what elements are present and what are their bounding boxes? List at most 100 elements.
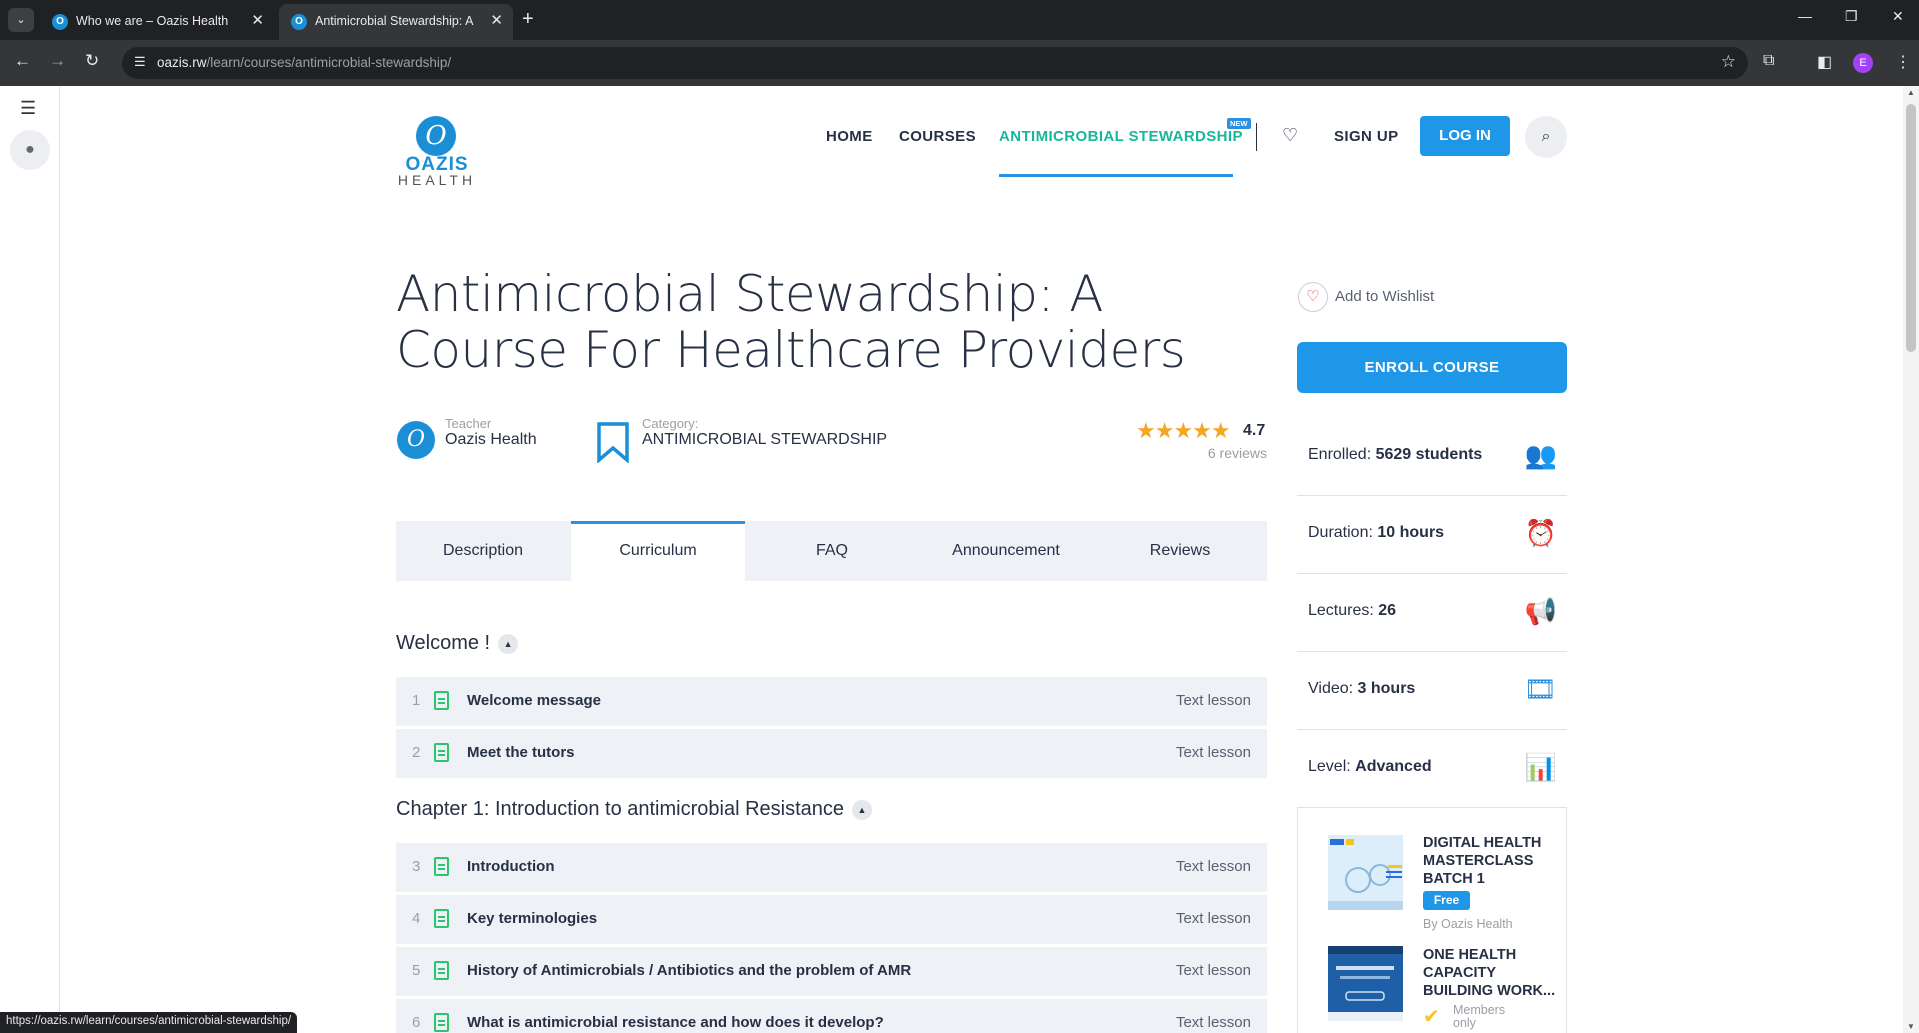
category-label: Category: bbox=[642, 416, 699, 431]
info-lectures: Lectures: 26 📢 bbox=[1297, 574, 1567, 652]
oazis-favicon-icon: O bbox=[291, 14, 307, 30]
collapse-caret-icon[interactable]: ▲ bbox=[852, 799, 873, 820]
info-text: Level: Advanced bbox=[1308, 758, 1432, 776]
section-title: Chapter 1: Introduction to antimicrobial… bbox=[396, 798, 845, 820]
text-lesson-icon bbox=[434, 961, 449, 980]
wishlist-heart-icon[interactable]: ♡ bbox=[1298, 282, 1328, 312]
wishlist-heart-icon[interactable]: ♡ bbox=[1282, 125, 1298, 146]
category-name[interactable]: ANTIMICROBIAL STEWARDSHIP bbox=[642, 431, 887, 449]
info-value: Advanced bbox=[1355, 758, 1432, 775]
enroll-course-button[interactable]: ENROLL COURSE bbox=[1297, 342, 1567, 393]
browser-tab-active[interactable]: O Antimicrobial Stewardship: A Co ✕ bbox=[279, 4, 513, 40]
signup-link[interactable]: SIGN UP bbox=[1334, 128, 1398, 145]
lesson-number: 3 bbox=[412, 858, 421, 875]
lesson-row[interactable]: 5 History of Antimicrobials / Antibiotic… bbox=[396, 947, 1267, 996]
lesson-row[interactable]: 4 Key terminologies Text lesson bbox=[396, 895, 1267, 944]
nav-antimicrobial-stewardship[interactable]: ANTIMICROBIAL STEWARDSHIP bbox=[999, 128, 1243, 145]
info-value: 26 bbox=[1378, 602, 1397, 619]
minimize-icon[interactable]: — bbox=[1798, 8, 1812, 24]
tab-curriculum[interactable]: Curriculum bbox=[571, 521, 745, 581]
logo-mark-icon: O bbox=[416, 116, 456, 156]
megaphone-icon: 📢 bbox=[1524, 596, 1557, 626]
info-value: 3 hours bbox=[1357, 680, 1416, 697]
nav-courses[interactable]: COURSES bbox=[899, 128, 976, 145]
lesson-type: Text lesson bbox=[1175, 692, 1251, 709]
lesson-row[interactable]: 6 What is antimicrobial resistance and h… bbox=[396, 999, 1267, 1033]
course-thumbnail[interactable] bbox=[1328, 835, 1403, 910]
lesson-number: 6 bbox=[412, 1014, 421, 1031]
lesson-type: Text lesson bbox=[1175, 744, 1251, 761]
tab-faq[interactable]: FAQ bbox=[745, 521, 919, 581]
info-text: Enrolled: 5629 students bbox=[1308, 446, 1482, 464]
section-header[interactable]: Welcome ! ▲ bbox=[396, 632, 519, 655]
nav-divider bbox=[1256, 123, 1257, 151]
lesson-row[interactable]: 2 Meet the tutors Text lesson bbox=[396, 729, 1267, 778]
extensions-icon[interactable]: ⧉ bbox=[1763, 52, 1774, 70]
restore-icon[interactable]: ❐ bbox=[1845, 8, 1858, 25]
menu-icon[interactable]: ☰ bbox=[20, 98, 36, 119]
collapse-caret-icon[interactable]: ▲ bbox=[498, 633, 519, 654]
status-bar-url: https://oazis.rw/learn/courses/antimicro… bbox=[0, 1012, 298, 1033]
lesson-title: Welcome message bbox=[467, 692, 601, 709]
add-to-wishlist-link[interactable]: Add to Wishlist bbox=[1335, 288, 1434, 305]
related-course-title[interactable]: DIGITAL HEALTH MASTERCLASS BATCH 1 bbox=[1423, 834, 1563, 888]
text-lesson-icon bbox=[434, 909, 449, 928]
oazis-favicon-icon: O bbox=[52, 14, 68, 30]
reload-icon[interactable]: ↻ bbox=[85, 51, 99, 71]
close-tab-icon[interactable]: ✕ bbox=[251, 11, 264, 29]
profile-avatar[interactable]: E bbox=[1853, 53, 1873, 73]
nav-home[interactable]: HOME bbox=[826, 128, 873, 145]
url-field[interactable]: ☰ oazis.rw/learn/courses/antimicrobial-s… bbox=[122, 47, 1748, 79]
text-lesson-icon bbox=[434, 857, 449, 876]
tab-title: Antimicrobial Stewardship: A Co bbox=[315, 14, 475, 28]
side-panel-icon[interactable]: ◧ bbox=[1817, 52, 1832, 72]
info-duration: Duration: 10 hours ⏰ bbox=[1297, 496, 1567, 574]
lesson-row[interactable]: 1 Welcome message Text lesson bbox=[396, 677, 1267, 726]
film-icon: 🎞 bbox=[1523, 674, 1557, 704]
members-check-icon: ✔ bbox=[1423, 1006, 1440, 1028]
tab-description[interactable]: Description bbox=[396, 521, 570, 581]
user-icon[interactable]: ● bbox=[10, 130, 50, 170]
tab-announcement[interactable]: Announcement bbox=[919, 521, 1093, 581]
tab-title: Who we are – Oazis Health bbox=[76, 14, 229, 28]
lesson-row[interactable]: 3 Introduction Text lesson bbox=[396, 843, 1267, 892]
menu-kebab-icon[interactable]: ⋮ bbox=[1895, 52, 1911, 72]
teacher-name[interactable]: Oazis Health bbox=[445, 431, 537, 449]
oazis-health-logo[interactable]: O OAZIS HEALTH bbox=[396, 116, 478, 190]
lesson-number: 4 bbox=[412, 910, 421, 927]
scroll-up-icon[interactable]: ▲ bbox=[1907, 88, 1915, 97]
browser-tab[interactable]: O Who we are – Oazis Health ✕ bbox=[40, 4, 274, 40]
text-lesson-icon bbox=[434, 743, 449, 762]
section-header[interactable]: Chapter 1: Introduction to antimicrobial… bbox=[396, 798, 873, 821]
tab-search-button[interactable]: ⌄ bbox=[8, 8, 34, 32]
search-icon[interactable]: ⌕ bbox=[1525, 116, 1567, 158]
lesson-type: Text lesson bbox=[1175, 858, 1251, 875]
bar-chart-icon: 📊 bbox=[1524, 752, 1557, 782]
back-icon[interactable]: ← bbox=[14, 51, 31, 71]
related-course-title[interactable]: ONE HEALTH CAPACITY BUILDING WORK... bbox=[1423, 946, 1568, 1000]
lesson-number: 2 bbox=[412, 744, 421, 761]
info-text: Lectures: 26 bbox=[1308, 602, 1396, 620]
url-text: oazis.rw/learn/courses/antimicrobial-ste… bbox=[157, 55, 452, 70]
scroll-thumb[interactable] bbox=[1906, 104, 1916, 352]
tab-reviews[interactable]: Reviews bbox=[1093, 521, 1267, 581]
login-button[interactable]: LOG IN bbox=[1420, 116, 1510, 156]
site-info-icon[interactable]: ☰ bbox=[134, 54, 146, 70]
course-thumbnail[interactable] bbox=[1328, 946, 1403, 1021]
lesson-number: 5 bbox=[412, 962, 421, 979]
new-tab-icon[interactable]: + bbox=[522, 8, 534, 31]
browser-tab-bar: ⌄ O Who we are – Oazis Health ✕ O Antimi… bbox=[0, 0, 1919, 40]
lesson-title: Introduction bbox=[467, 858, 555, 875]
scroll-down-icon[interactable]: ▼ bbox=[1907, 1022, 1915, 1031]
bookmark-star-icon[interactable]: ☆ bbox=[1721, 52, 1736, 72]
page-scrollbar[interactable]: ▲ ▼ bbox=[1903, 86, 1919, 1033]
info-label: Duration: bbox=[1308, 524, 1373, 541]
info-label: Enrolled: bbox=[1308, 446, 1372, 463]
left-side-panel: ☰ ● bbox=[0, 86, 60, 1033]
close-tab-icon[interactable]: ✕ bbox=[490, 11, 503, 29]
course-title: Antimicrobial Stewardship: A Course For … bbox=[396, 265, 1186, 379]
info-text: Duration: 10 hours bbox=[1308, 524, 1444, 542]
forward-icon[interactable]: → bbox=[49, 51, 66, 71]
new-badge: NEW bbox=[1227, 118, 1251, 129]
close-window-icon[interactable]: ✕ bbox=[1892, 8, 1904, 25]
